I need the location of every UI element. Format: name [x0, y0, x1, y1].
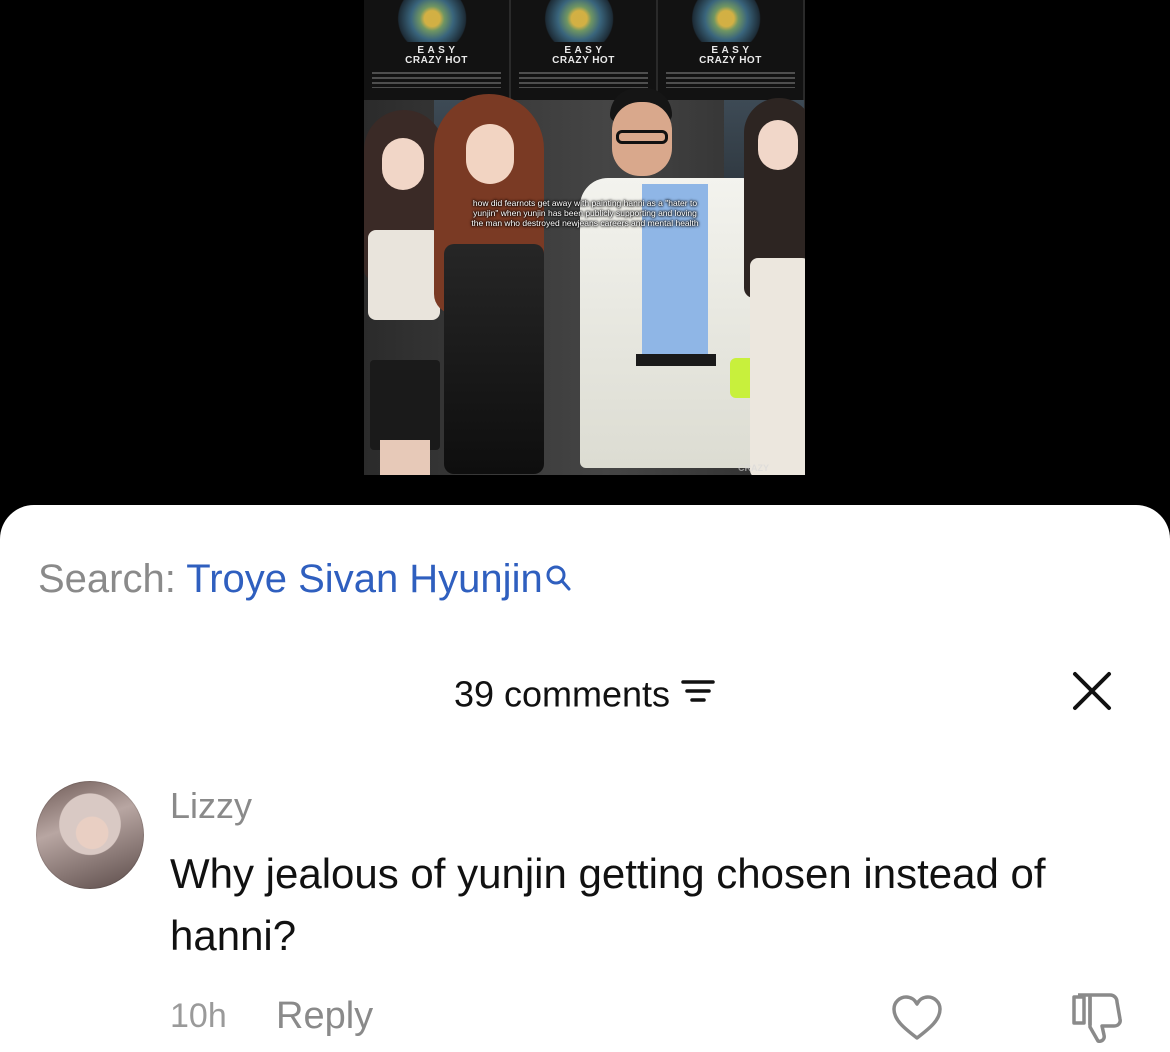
avatar[interactable]	[36, 781, 144, 889]
watermark: CRAZY	[738, 463, 769, 473]
comment-text: Why jealous of yunjin getting chosen ins…	[170, 850, 1046, 959]
poster: E A S Y CRAZY HOT	[511, 0, 658, 100]
poster-fine-print	[666, 72, 795, 88]
comment-item: Lizzy Why jealous of yunjin getting chos…	[0, 775, 1170, 1052]
search-suggestion[interactable]: Search: Troye Sivan Hyunjin	[38, 555, 573, 605]
person-redhead	[434, 94, 554, 474]
comment-time: 10h	[170, 997, 227, 1035]
heart-icon[interactable]	[890, 993, 944, 1043]
close-icon[interactable]	[1070, 669, 1114, 713]
photo-backdrop	[364, 88, 805, 475]
poster-logo: E A S Y CRAZY HOT	[405, 45, 468, 66]
poster: E A S Y CRAZY HOT	[658, 0, 805, 100]
person-right	[744, 98, 805, 475]
comment-count[interactable]: 39 comments	[0, 671, 1170, 715]
filter-icon[interactable]	[680, 673, 716, 715]
poster-art	[393, 0, 480, 42]
poster-fine-print	[372, 72, 501, 88]
poster-art	[540, 0, 627, 42]
reply-button[interactable]: Reply	[276, 995, 373, 1038]
poster-row: E A S Y CRAZY HOT E A S Y CRAZY HOT E A …	[364, 0, 805, 100]
comment-username[interactable]: Lizzy	[170, 785, 252, 827]
poster-logo: E A S Y CRAZY HOT	[699, 45, 762, 66]
poster-art	[687, 0, 774, 42]
video-caption: how did fearnots get away with painting …	[471, 198, 699, 228]
poster: E A S Y CRAZY HOT	[364, 0, 511, 100]
poster-fine-print	[519, 72, 648, 88]
person-man	[580, 88, 770, 468]
comments-header: 39 comments	[0, 665, 1170, 721]
poster-logo: E A S Y CRAZY HOT	[552, 45, 615, 66]
video-frame[interactable]: E A S Y CRAZY HOT E A S Y CRAZY HOT E A …	[364, 0, 805, 475]
video-area[interactable]: E A S Y CRAZY HOT E A S Y CRAZY HOT E A …	[0, 0, 1170, 520]
search-icon[interactable]	[545, 557, 573, 605]
search-term[interactable]: Troye Sivan Hyunjin	[186, 557, 542, 601]
search-label: Search:	[38, 557, 176, 601]
person-left	[364, 110, 444, 475]
comment-count-label: 39 comments	[453, 673, 671, 715]
comments-sheet: Search: Troye Sivan Hyunjin 39 comments …	[0, 505, 1170, 1052]
thumbs-down-icon[interactable]	[1070, 989, 1124, 1045]
